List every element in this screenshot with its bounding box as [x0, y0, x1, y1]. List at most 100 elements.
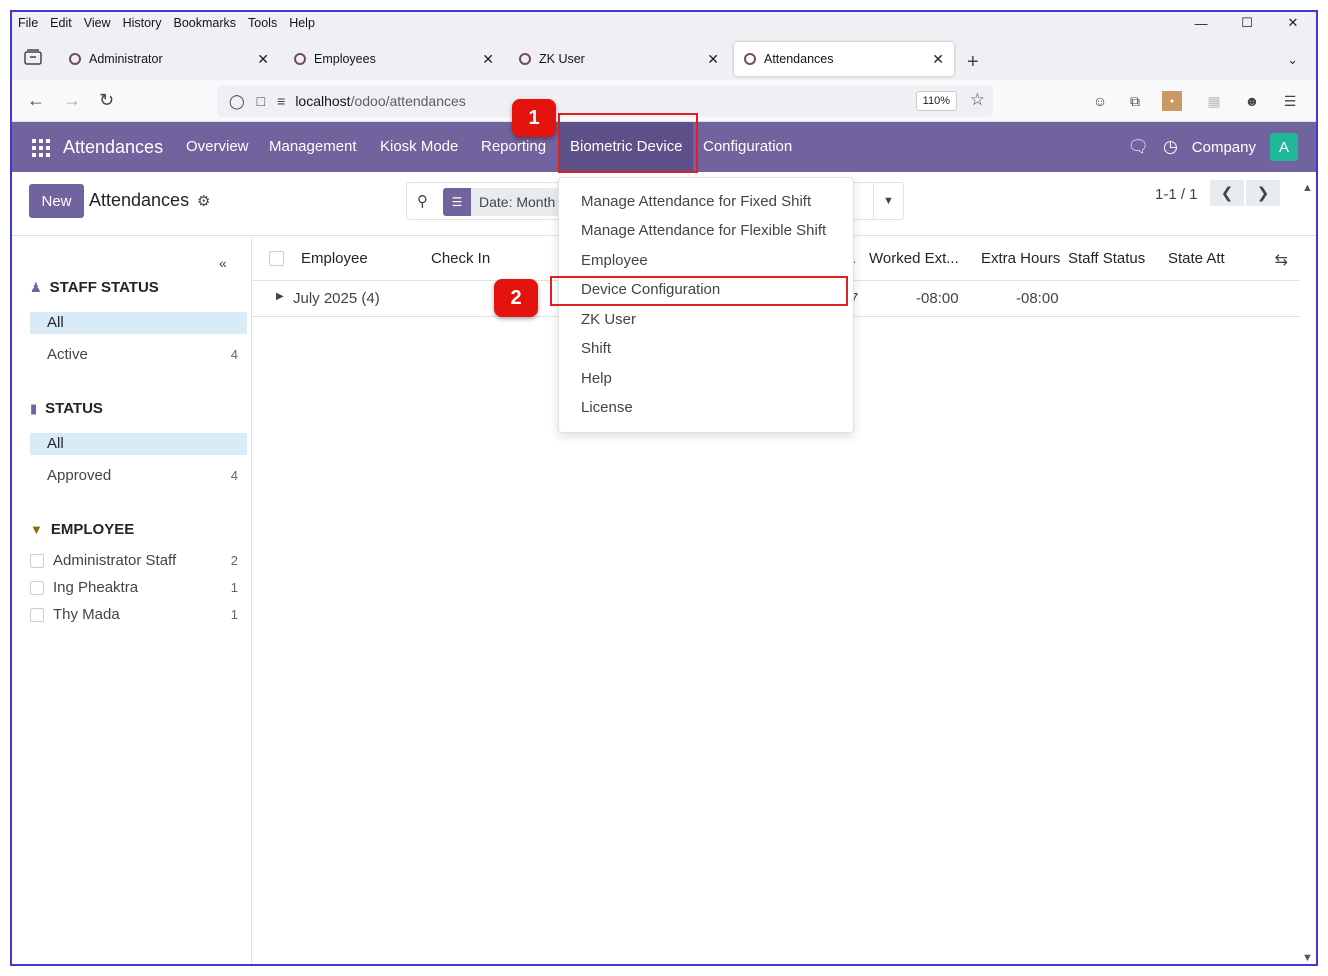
- menu-management[interactable]: Management: [269, 138, 357, 155]
- collapse-panel-icon[interactable]: «: [219, 255, 227, 271]
- tab-label: Administrator: [89, 52, 163, 66]
- dropdown-item-fixed-shift[interactable]: Manage Attendance for Fixed Shift: [581, 193, 811, 210]
- pager-next-icon[interactable]: ❯: [1246, 180, 1280, 206]
- tab-zk-user[interactable]: ZK User ✕: [509, 42, 729, 76]
- permissions-icon[interactable]: ≡: [277, 93, 285, 109]
- zoom-level[interactable]: 110%: [915, 91, 957, 111]
- menu-overview[interactable]: Overview: [186, 138, 249, 155]
- column-extra-hours[interactable]: Extra Hours: [981, 250, 1060, 267]
- select-all-checkbox[interactable]: [269, 251, 284, 266]
- scroll-down-icon[interactable]: ▼: [1302, 952, 1313, 964]
- minimize-icon[interactable]: —: [1178, 12, 1224, 34]
- staff-status-all[interactable]: All: [30, 312, 247, 334]
- tab-label: Employees: [314, 52, 376, 66]
- column-worked-extra[interactable]: Worked Ext...: [869, 250, 959, 267]
- dropdown-item-employee[interactable]: Employee: [581, 252, 648, 269]
- tab-list-icon[interactable]: [24, 49, 42, 65]
- column-employee[interactable]: Employee: [301, 250, 368, 267]
- column-check-in[interactable]: Check In: [431, 250, 490, 267]
- bookmark-star-icon[interactable]: ☆: [970, 90, 985, 110]
- new-button[interactable]: New: [29, 184, 84, 218]
- url-host: localhost: [295, 93, 351, 109]
- column-staff-status[interactable]: Staff Status: [1068, 250, 1145, 267]
- menu-tools[interactable]: Tools: [242, 16, 283, 30]
- account-icon[interactable]: ☺: [1090, 91, 1110, 111]
- close-icon[interactable]: ✕: [932, 51, 944, 68]
- odoo-favicon-icon: [744, 53, 756, 65]
- staff-status-active[interactable]: Active 4: [30, 344, 247, 366]
- dropdown-item-flexible-shift[interactable]: Manage Attendance for Flexible Shift: [581, 222, 826, 239]
- scrollbar[interactable]: ▲ ▼: [1298, 172, 1316, 964]
- menu-view[interactable]: View: [78, 16, 117, 30]
- menu-configuration[interactable]: Configuration: [703, 138, 792, 155]
- status-approved[interactable]: Approved 4: [30, 465, 247, 487]
- users-icon: ♟: [30, 279, 42, 295]
- group-extra-hours: -08:00: [1016, 290, 1059, 307]
- section-staff-status: ♟ STAFF STATUS: [30, 279, 159, 296]
- odoo-favicon-icon: [294, 53, 306, 65]
- close-icon[interactable]: ✕: [257, 51, 269, 68]
- extensions-icon[interactable]: ⧉: [1125, 91, 1145, 111]
- folder-icon: ▮: [30, 400, 38, 416]
- forward-icon[interactable]: →: [63, 90, 81, 111]
- scroll-up-icon[interactable]: ▲: [1302, 182, 1313, 194]
- page-title: Attendances: [89, 190, 190, 210]
- search-panel: « ♟ STAFF STATUS All Active 4 ▮ STATUS A…: [12, 237, 252, 964]
- chat-icon[interactable]: 🗨: [1127, 137, 1149, 157]
- section-title: STAFF STATUS: [49, 279, 159, 296]
- checkbox[interactable]: [30, 554, 44, 568]
- menu-history[interactable]: History: [117, 16, 168, 30]
- pager-value[interactable]: 1-1 / 1: [1155, 186, 1198, 203]
- employee-filter-item[interactable]: Thy Mada 1: [30, 604, 247, 626]
- hamburger-menu-icon[interactable]: ☰: [1280, 91, 1300, 111]
- company-switcher[interactable]: Company: [1192, 139, 1256, 156]
- dropdown-item-zk-user[interactable]: ZK User: [581, 311, 636, 328]
- search-options-caret-icon[interactable]: ▼: [873, 183, 903, 219]
- reload-icon[interactable]: ↻: [99, 90, 114, 111]
- close-window-icon[interactable]: ✕: [1270, 12, 1316, 34]
- menu-bookmarks[interactable]: Bookmarks: [167, 16, 242, 30]
- shield-icon[interactable]: ◯: [229, 93, 245, 110]
- pager-previous-icon[interactable]: ❮: [1210, 180, 1244, 206]
- cors-extension-icon[interactable]: ●: [1162, 91, 1182, 111]
- maximize-icon[interactable]: ☐: [1224, 12, 1270, 34]
- avatar[interactable]: A: [1270, 133, 1298, 161]
- new-tab-icon[interactable]: +: [967, 51, 979, 74]
- user-extension-icon[interactable]: ☻: [1242, 91, 1262, 111]
- activity-clock-icon[interactable]: ◷: [1163, 137, 1178, 157]
- search-facet[interactable]: ☰ Date: Month: [443, 188, 566, 216]
- menu-kiosk-mode[interactable]: Kiosk Mode: [380, 138, 458, 155]
- extension-icon[interactable]: ▦: [1204, 91, 1224, 111]
- optional-columns-icon[interactable]: ⇆: [1275, 250, 1288, 270]
- tab-label: Attendances: [764, 52, 834, 66]
- browser-menubar: File Edit View History Bookmarks Tools H…: [12, 12, 1316, 34]
- dropdown-item-shift[interactable]: Shift: [581, 340, 611, 357]
- chevron-down-icon[interactable]: ⌄: [1287, 52, 1298, 68]
- close-icon[interactable]: ✕: [482, 51, 494, 68]
- gear-icon[interactable]: ⚙: [197, 192, 210, 210]
- dropdown-item-license[interactable]: License: [581, 399, 633, 416]
- employee-filter-item[interactable]: Ing Pheaktra 1: [30, 577, 247, 599]
- step-badge-1: 1: [512, 99, 556, 137]
- close-icon[interactable]: ✕: [707, 51, 719, 68]
- checkbox[interactable]: [30, 581, 44, 595]
- apps-menu-icon[interactable]: [32, 139, 50, 157]
- back-icon[interactable]: ←: [27, 90, 45, 111]
- tab-attendances[interactable]: Attendances ✕: [734, 42, 954, 76]
- employee-filter-item[interactable]: Administrator Staff 2: [30, 550, 247, 572]
- menu-reporting[interactable]: Reporting: [481, 138, 546, 155]
- menu-help[interactable]: Help: [283, 16, 321, 30]
- tab-administrator[interactable]: Administrator ✕: [59, 42, 279, 76]
- filter-count: 4: [230, 347, 238, 362]
- column-state-att[interactable]: State Att: [1168, 250, 1225, 267]
- menu-file[interactable]: File: [12, 16, 44, 30]
- url-path: /odoo/attendances: [350, 93, 466, 109]
- menu-edit[interactable]: Edit: [44, 16, 78, 30]
- app-brand[interactable]: Attendances: [63, 137, 163, 158]
- checkbox[interactable]: [30, 608, 44, 622]
- section-status: ▮ STATUS: [30, 400, 103, 417]
- status-all[interactable]: All: [30, 433, 247, 455]
- dropdown-item-help[interactable]: Help: [581, 370, 612, 387]
- caret-right-icon: ▶: [276, 291, 284, 302]
- tab-employees[interactable]: Employees ✕: [284, 42, 504, 76]
